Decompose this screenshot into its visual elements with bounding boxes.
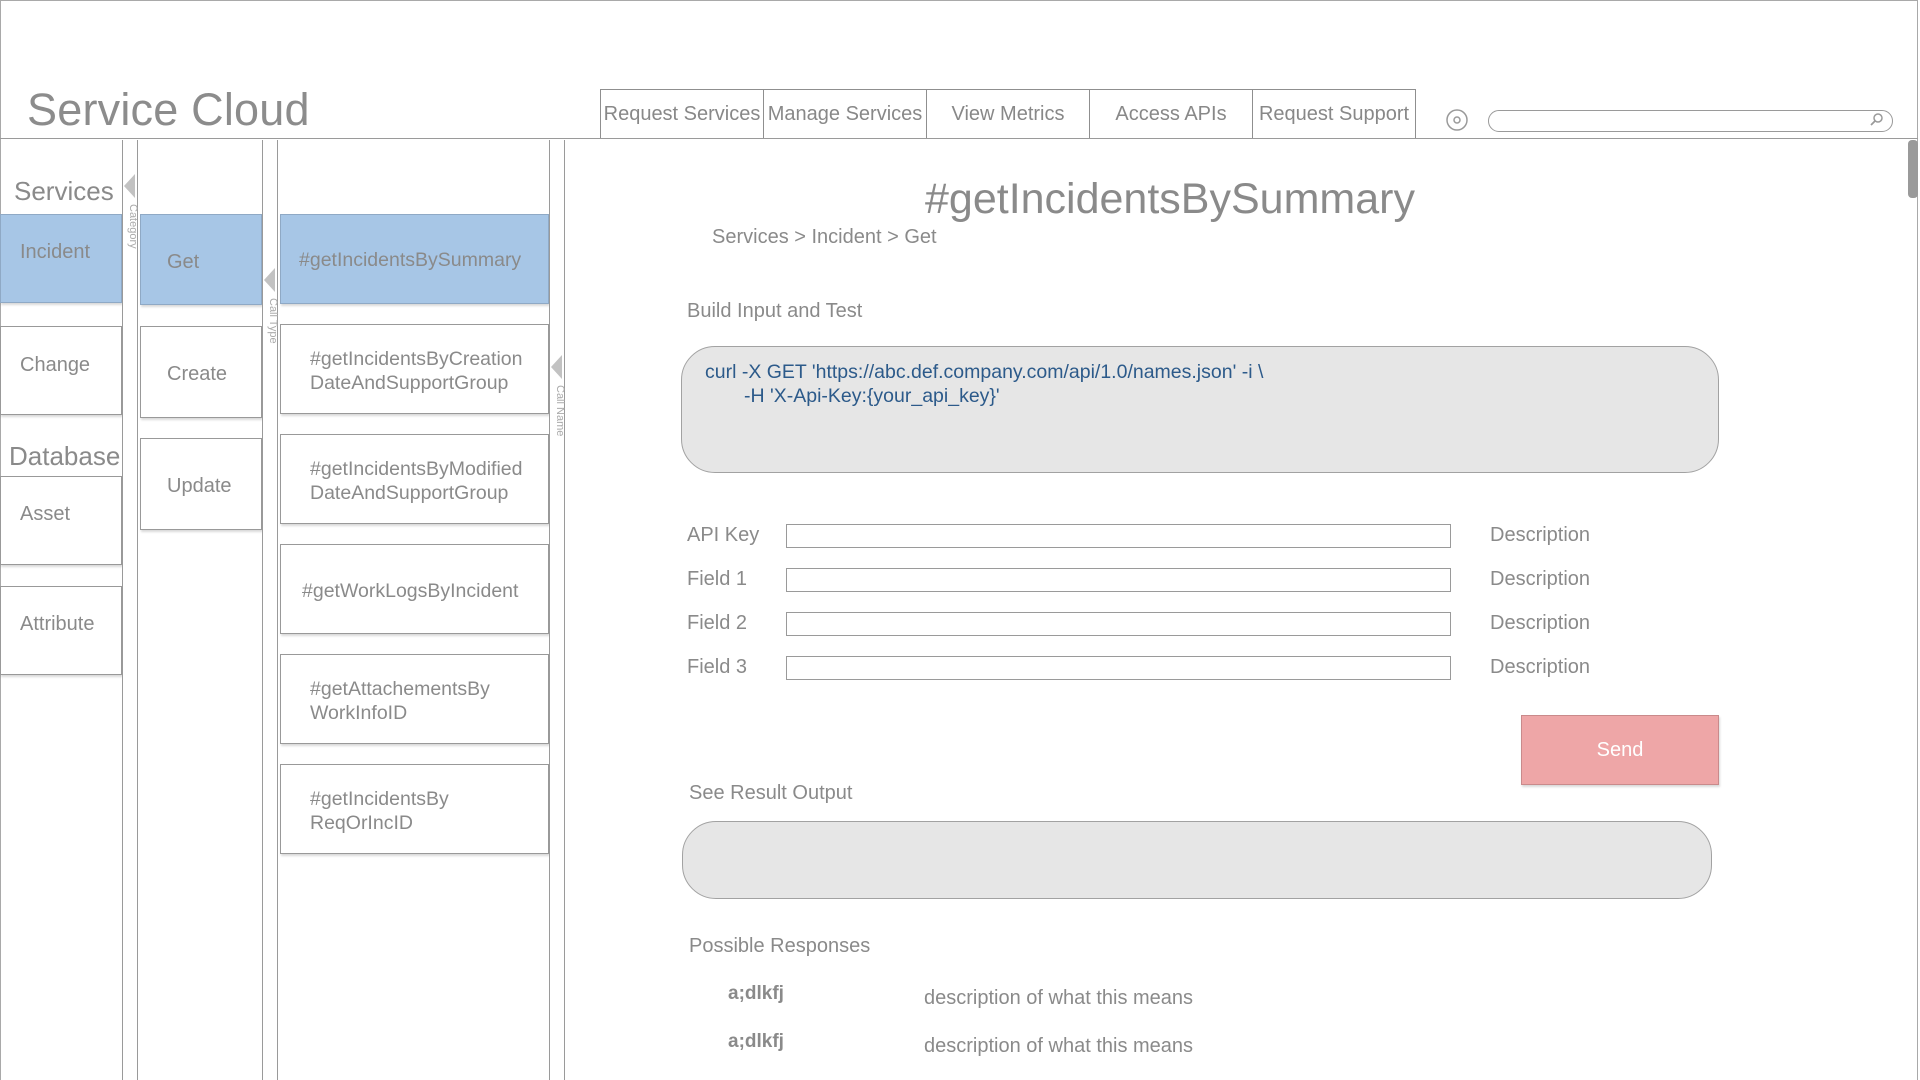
field-2-description: Description [1490, 612, 1591, 634]
field-1-label: Field 1 [687, 568, 748, 590]
api-key-label: API Key [687, 524, 760, 546]
response-description: description of what this means [924, 1035, 1194, 1057]
call-item-label: #getIncidentsByModified [310, 458, 523, 480]
tab-view-metrics[interactable]: View Metrics [926, 89, 1090, 138]
call-type-label: Call Type [267, 298, 279, 344]
code-line-1: curl -X GET 'https://abc.def.company.com… [705, 361, 1264, 383]
call-item-label: #getIncidentsByCreation [310, 348, 523, 370]
api-key-description: Description [1490, 524, 1591, 546]
response-code: a;dlkfj [728, 983, 784, 1004]
sidebar-item-attribute[interactable]: Attribute [0, 586, 122, 675]
field-1-description: Description [1490, 568, 1591, 590]
call-type-create[interactable]: Create [140, 326, 262, 418]
category-label: Category [127, 204, 139, 249]
response-code: a;dlkfj [728, 1031, 784, 1052]
sidebar-item-label: Attribute [20, 613, 95, 635]
send-button[interactable]: Send [1521, 715, 1719, 785]
result-output-box[interactable] [682, 821, 1712, 899]
possible-responses-label: Possible Responses [689, 935, 871, 957]
call-item-get-work-logs-by-incident[interactable]: #getWorkLogsByIncident [280, 544, 549, 634]
call-item-label: #getIncidentsBy [310, 788, 449, 810]
call-type-label: Create [167, 363, 228, 385]
category-divider[interactable]: Category [122, 140, 139, 1080]
result-output-label: See Result Output [689, 782, 853, 804]
sidebar-item-label: Change [20, 354, 91, 376]
call-item-label-2: ReqOrIncID [310, 812, 413, 834]
field-2-input[interactable] [786, 612, 1451, 636]
collapse-arrow-icon[interactable] [124, 174, 135, 198]
app-title: Service Cloud [27, 84, 310, 135]
call-item-get-incidents-by-creation[interactable]: #getIncidentsByCreation DateAndSupportGr… [280, 324, 549, 414]
api-key-input[interactable] [786, 524, 1451, 548]
call-item-label-2: DateAndSupportGroup [310, 482, 509, 504]
field-3-label: Field 3 [687, 656, 748, 678]
tab-access-apis[interactable]: Access APIs [1089, 89, 1253, 138]
search-input[interactable] [1488, 110, 1893, 132]
sidebar-item-label: Incident [20, 241, 91, 263]
call-name-label: Call Name [554, 385, 566, 437]
build-input-label: Build Input and Test [687, 300, 863, 322]
call-item-label: #getAttachementsBy [310, 678, 490, 700]
call-item-get-incidents-by-req-or-inc[interactable]: #getIncidentsBy ReqOrIncID [280, 764, 549, 854]
field-3-input[interactable] [786, 656, 1451, 680]
code-line-2: -H 'X-Api-Key:{your_api_key}' [744, 385, 1000, 407]
collapse-arrow-icon[interactable] [264, 268, 275, 292]
call-name-divider[interactable]: Call Name [549, 140, 566, 1080]
call-item-label: #getIncidentsBySummary [299, 249, 522, 271]
code-editor[interactable]: curl -X GET 'https://abc.def.company.com… [681, 346, 1719, 473]
sidebar-item-change[interactable]: Change [0, 326, 122, 415]
call-item-label: #getWorkLogsByIncident [302, 580, 519, 602]
call-item-get-incidents-by-modified[interactable]: #getIncidentsByModified DateAndSupportGr… [280, 434, 549, 524]
settings-icon[interactable] [1445, 108, 1469, 132]
sidebar-item-label: Asset [20, 503, 71, 525]
collapse-arrow-icon[interactable] [551, 355, 562, 379]
call-type-divider[interactable]: Call Type [262, 140, 279, 1080]
call-item-label-2: DateAndSupportGroup [310, 372, 509, 394]
call-item-label-2: WorkInfoID [310, 702, 408, 724]
scrollbar-thumb[interactable] [1908, 140, 1918, 198]
services-heading: Services [14, 176, 114, 206]
header-divider [0, 138, 1918, 139]
field-2-label: Field 2 [687, 612, 748, 634]
response-description: description of what this means [924, 987, 1194, 1009]
tab-request-services[interactable]: Request Services [600, 89, 764, 138]
call-type-label: Update [167, 475, 232, 497]
sidebar-item-incident[interactable]: Incident [0, 214, 122, 303]
call-type-update[interactable]: Update [140, 438, 262, 530]
field-3-description: Description [1490, 656, 1591, 678]
page-title: #getIncidentsBySummary [925, 175, 1415, 223]
sidebar-item-asset[interactable]: Asset [0, 476, 122, 565]
tab-request-support[interactable]: Request Support [1252, 89, 1416, 138]
search-icon[interactable] [1869, 112, 1885, 128]
tab-manage-services[interactable]: Manage Services [763, 89, 927, 138]
breadcrumb: Services > Incident > Get [712, 226, 937, 248]
database-heading: Database [9, 441, 121, 471]
call-type-label: Get [167, 251, 200, 273]
field-1-input[interactable] [786, 568, 1451, 592]
call-item-get-attachements-by-workinfo[interactable]: #getAttachementsBy WorkInfoID [280, 654, 549, 744]
call-item-get-incidents-by-summary[interactable]: #getIncidentsBySummary [280, 214, 549, 304]
call-type-get[interactable]: Get [140, 214, 262, 305]
